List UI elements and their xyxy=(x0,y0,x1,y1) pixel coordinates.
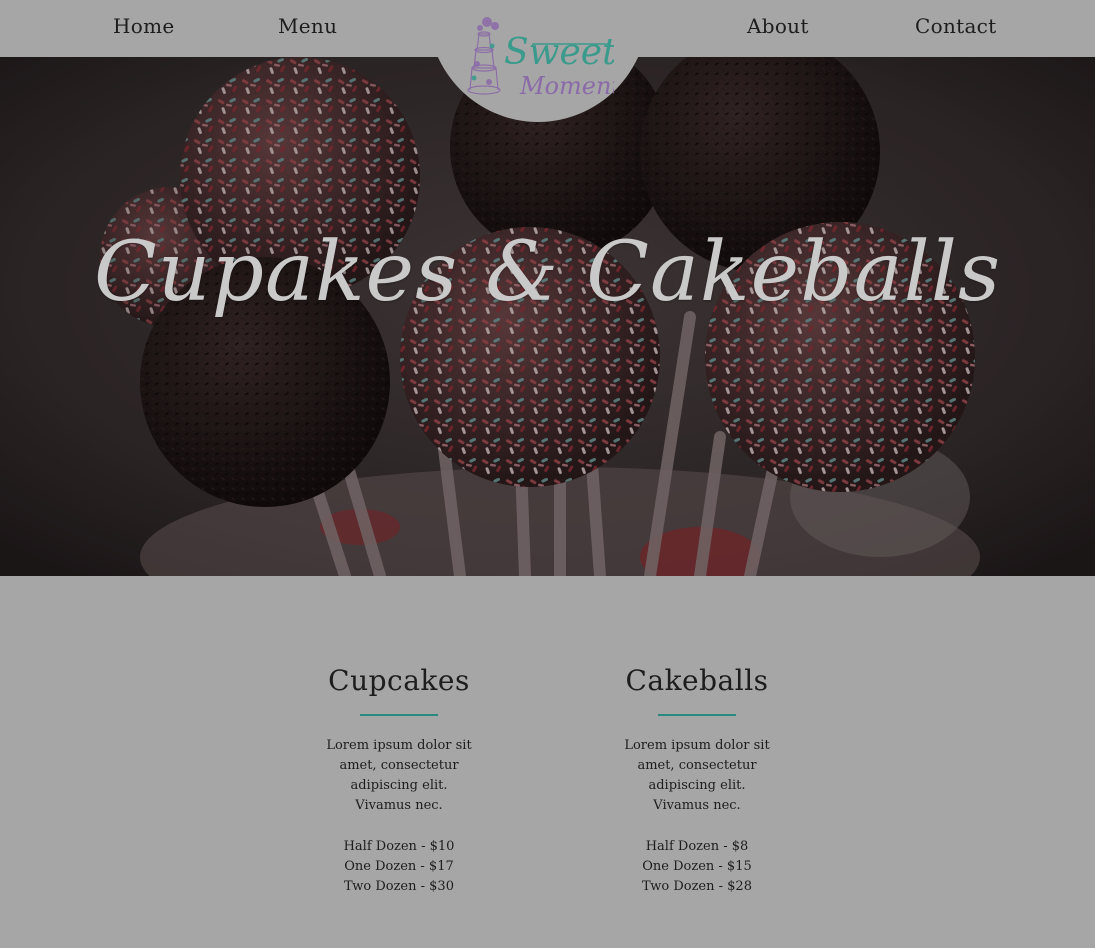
cakeballs-section: Cakeballs Lorem ipsum dolor sit amet, co… xyxy=(607,660,787,897)
hero-banner: Cupakes & Cakeballs xyxy=(0,57,1095,576)
price-item: Half Dozen - $10 xyxy=(343,839,455,854)
nav-menu-link[interactable]: Menu xyxy=(278,14,337,38)
section-heading: Cupcakes xyxy=(328,664,470,697)
nav-about-link[interactable]: About xyxy=(747,14,809,38)
price-item: One Dozen - $17 xyxy=(344,859,454,874)
section-description: Lorem ipsum dolor sit amet, consectetur … xyxy=(326,738,472,813)
price-item: One Dozen - $15 xyxy=(642,859,752,874)
nav-contact-link[interactable]: Contact xyxy=(915,14,997,38)
heading-divider xyxy=(658,714,736,716)
cake-logo-icon: Sweet Moments xyxy=(467,17,633,100)
logo-word-moments: Moments xyxy=(519,72,614,100)
nav-home-link[interactable]: Home xyxy=(113,14,174,38)
section-heading: Cakeballs xyxy=(625,664,769,697)
price-item: Two Dozen - $28 xyxy=(642,879,752,894)
sweet-moments-logo[interactable]: Sweet Moments xyxy=(462,6,633,102)
section-description: Lorem ipsum dolor sit amet, consectetur … xyxy=(624,738,770,813)
logo-word-sweet: Sweet xyxy=(504,32,614,73)
price-item: Two Dozen - $30 xyxy=(344,879,454,894)
cupcakes-section: Cupcakes Lorem ipsum dolor sit amet, con… xyxy=(309,660,489,897)
price-list: Half Dozen - $8 One Dozen - $15 Two Doze… xyxy=(607,837,787,897)
hero-title: Cupakes & Cakeballs xyxy=(93,225,1002,320)
price-item: Half Dozen - $8 xyxy=(645,839,749,854)
heading-divider xyxy=(360,714,438,716)
price-list: Half Dozen - $10 One Dozen - $17 Two Doz… xyxy=(309,837,489,897)
